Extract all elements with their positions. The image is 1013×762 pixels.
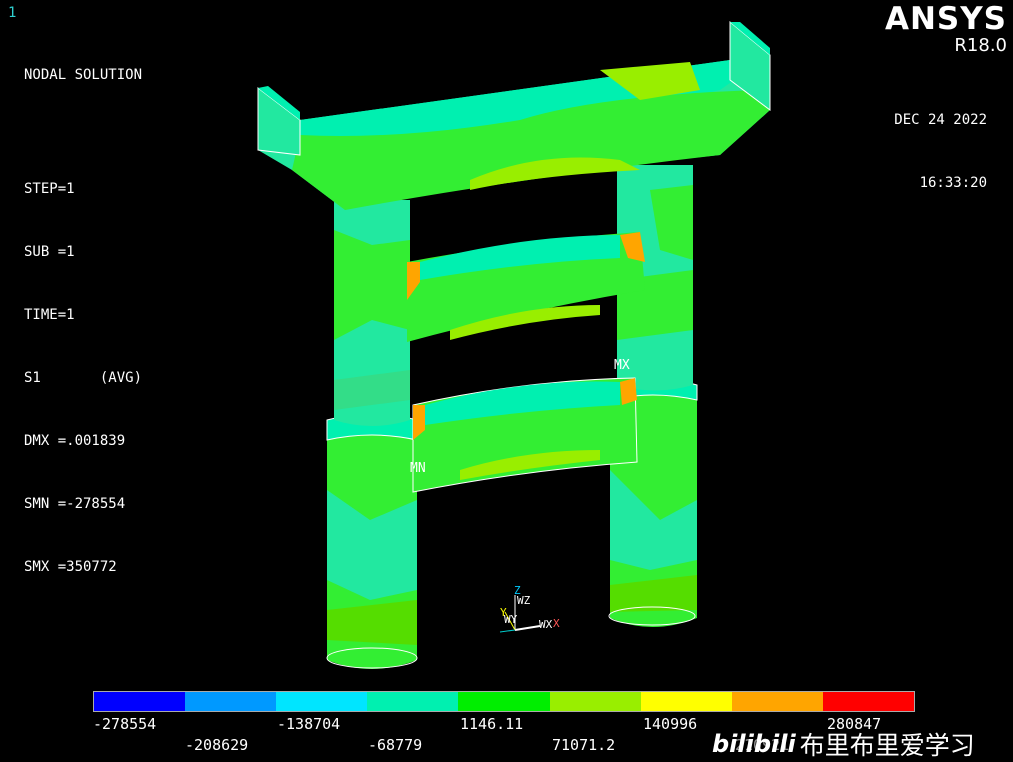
- legend-label-bottom-2: 71071.2: [552, 736, 616, 754]
- model-viewport[interactable]: [0, 0, 1013, 762]
- legend-swatch-6: [640, 692, 732, 711]
- legend-swatch-1: [185, 692, 277, 711]
- contour-legend-bar: [93, 691, 915, 712]
- legend-swatch-2: [276, 692, 368, 711]
- legend-swatch-4: [458, 692, 550, 711]
- legend-swatch-3: [367, 692, 459, 711]
- legend-label-top-1: -138704: [277, 715, 341, 733]
- max-marker: MX: [614, 358, 630, 373]
- triad-x: X: [553, 617, 560, 630]
- bilibili-logo: bilibili: [712, 730, 796, 758]
- legend-label-top-3: 140996: [643, 715, 698, 733]
- legend-label-bottom-0: -208629: [185, 736, 249, 754]
- legend-swatch-7: [731, 692, 823, 711]
- legend-label-top-0: -278554: [93, 715, 157, 733]
- lower-tie-beam: [412, 377, 638, 493]
- left-column-upper: [334, 200, 410, 426]
- left-column-lower: [326, 413, 418, 669]
- legend-label-top-2: 1146.11: [460, 715, 524, 733]
- legend-swatch-8: [822, 692, 914, 711]
- legend-label-bottom-1: -68779: [368, 736, 423, 754]
- middle-tie-beam: [407, 232, 645, 342]
- triad-wz: WZ: [517, 594, 531, 607]
- triad-wy: WY: [504, 613, 518, 626]
- triad-wx: WX: [539, 618, 553, 631]
- ansys-graphics-window: 1 NODAL SOLUTION STEP=1 SUB =1 TIME=1 S1…: [0, 0, 1013, 762]
- min-marker: MN: [410, 461, 426, 476]
- bilibili-watermark: bilibili 布里布里爱学习: [712, 726, 975, 762]
- watermark-text: 布里布里爱学习: [799, 731, 975, 760]
- legend-swatch-5: [549, 692, 641, 711]
- legend-swatch-0: [94, 692, 186, 711]
- cap-beam: [257, 20, 771, 210]
